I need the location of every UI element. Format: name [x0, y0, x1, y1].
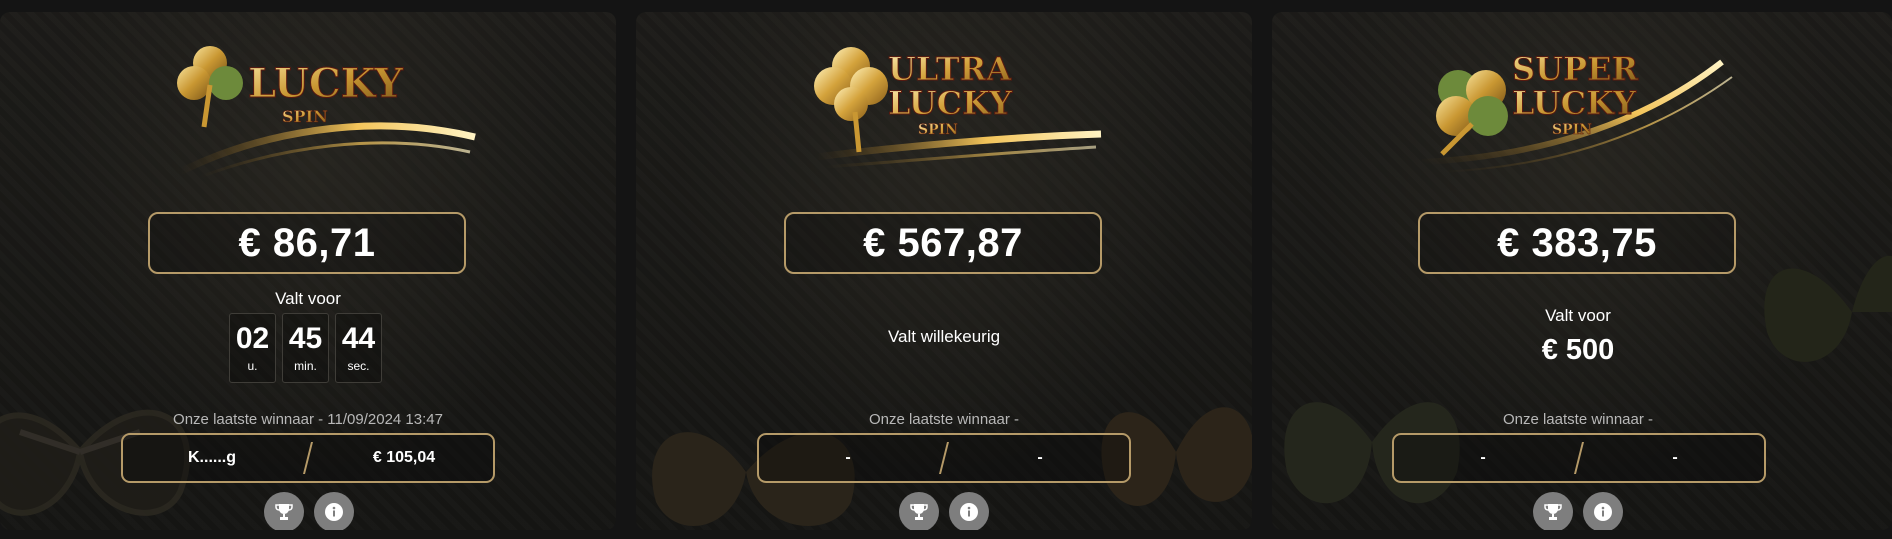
winner-amount: -	[1037, 449, 1043, 466]
svg-text:ULTRA: ULTRA	[888, 50, 1012, 88]
trophy-icon	[910, 504, 928, 520]
svg-text:LUCKY: LUCKY	[1512, 84, 1637, 122]
jackpot-card-super-lucky-spin: SUPER LUCKY SPIN € 383,75 Valt voor € 50…	[1272, 12, 1892, 530]
last-winner-title: Onze laatste winnaar - 11/09/2024 13:47	[173, 411, 443, 428]
winner-amount: -	[1672, 449, 1678, 466]
falls-label: Valt voor	[1545, 306, 1611, 325]
falls-label: Valt willekeurig	[887, 327, 1001, 346]
trophy-icon	[275, 504, 293, 520]
winner-name: -	[1480, 449, 1486, 466]
info-button[interactable]	[1583, 492, 1623, 530]
ultra-lucky-spin-logo: ULTRA LUCKY SPIN	[806, 42, 1106, 187]
info-button[interactable]	[949, 492, 989, 530]
divider	[301, 442, 315, 474]
super-lucky-spin-logo: SUPER LUCKY SPIN	[1402, 42, 1742, 187]
winner-amount: € 105,04	[372, 449, 436, 466]
svg-text:LUCKY: LUCKY	[888, 84, 1013, 122]
timer-hours-value: 02	[235, 322, 270, 355]
last-winner-box: - -	[1392, 433, 1766, 483]
jackpot-amount: € 567,87	[784, 212, 1102, 274]
svg-text:SPIN: SPIN	[282, 107, 328, 126]
jackpot-row: LUCKY SPIN € 86,71 Valt voor 02 u. 45 mi…	[0, 0, 1892, 539]
lucky-spin-logo: LUCKY SPIN	[170, 42, 480, 187]
falls-value: € 500	[1541, 334, 1615, 366]
timer-hours: 02 u.	[229, 313, 276, 383]
svg-text:SPIN: SPIN	[1552, 122, 1592, 138]
divider	[937, 442, 951, 474]
timer-seconds-value: 44	[341, 322, 376, 355]
svg-text:LUCKY: LUCKY	[248, 60, 403, 107]
trophy-button[interactable]	[264, 492, 304, 530]
svg-text:SUPER: SUPER	[1512, 50, 1638, 88]
trophy-button[interactable]	[1533, 492, 1573, 530]
timer-seconds: 44 sec.	[335, 313, 382, 383]
info-button[interactable]	[314, 492, 354, 530]
jackpot-card-ultra-lucky-spin: ULTRA LUCKY SPIN € 567,87 Valt willekeur…	[636, 12, 1252, 530]
trophy-icon	[1544, 504, 1562, 520]
jackpot-card-lucky-spin: LUCKY SPIN € 86,71 Valt voor 02 u. 45 mi…	[0, 12, 616, 530]
jackpot-amount: € 383,75	[1418, 212, 1736, 274]
last-winner-title: Onze laatste winnaar -	[868, 411, 1020, 428]
info-icon	[1594, 503, 1612, 521]
timer-minutes: 45 min.	[282, 313, 329, 383]
falls-label: Valt voor	[275, 289, 341, 308]
svg-text:SPIN: SPIN	[918, 122, 958, 138]
last-winner-title: Onze laatste winnaar -	[1502, 411, 1654, 428]
winner-name: K......g	[188, 449, 236, 466]
trophy-button[interactable]	[899, 492, 939, 530]
countdown-timer: 02 u. 45 min. 44 sec.	[229, 313, 382, 383]
last-winner-box: - -	[757, 433, 1131, 483]
divider	[1572, 442, 1586, 474]
info-icon	[960, 503, 978, 521]
jackpot-amount: € 86,71	[148, 212, 466, 274]
timer-seconds-unit: sec.	[347, 359, 370, 373]
winner-name: -	[845, 449, 851, 466]
info-icon	[325, 503, 343, 521]
timer-minutes-value: 45	[288, 322, 323, 355]
last-winner-box: K......g € 105,04	[121, 433, 495, 483]
timer-minutes-unit: min.	[294, 359, 317, 373]
timer-hours-unit: u.	[247, 359, 258, 373]
